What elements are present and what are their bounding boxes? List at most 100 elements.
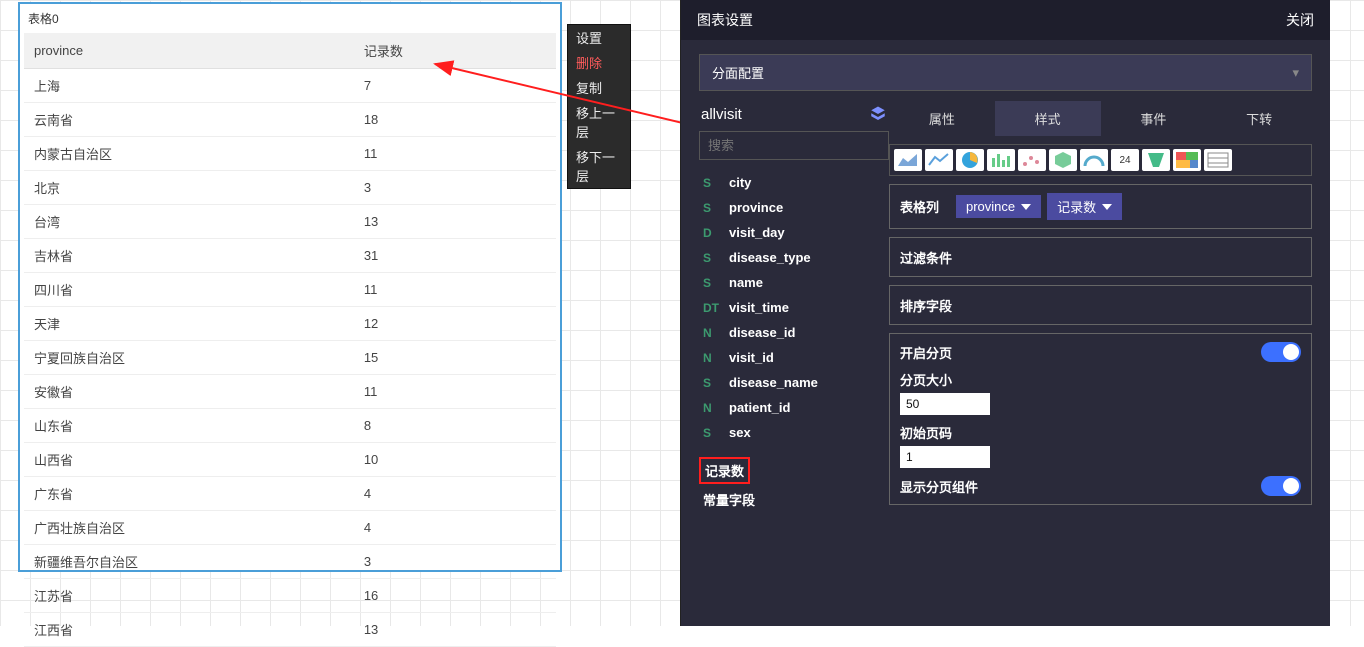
paging-enable-label: 开启分页 (900, 343, 952, 362)
table-row[interactable]: 安徽省11 (24, 375, 556, 409)
table-row[interactable]: 天津12 (24, 307, 556, 341)
table-row[interactable]: 山东省8 (24, 409, 556, 443)
chart-type-picker[interactable]: 24 (889, 144, 1312, 176)
menu-copy[interactable]: 复制 (568, 75, 630, 100)
table-row[interactable]: 四川省11 (24, 273, 556, 307)
field-item[interactable]: Nvisit_id (699, 345, 889, 370)
table-cell: 四川省 (24, 273, 354, 307)
table-cell: 北京 (24, 171, 354, 205)
field-item[interactable]: Ssex (699, 420, 889, 445)
chart-type-pie-icon[interactable] (956, 149, 984, 171)
table-cell: 11 (354, 375, 556, 409)
table-cell: 云南省 (24, 103, 354, 137)
field-item[interactable]: DTvisit_time (699, 295, 889, 320)
chip-record-count[interactable]: 记录数 (1047, 193, 1122, 220)
field-type-badge: S (703, 201, 721, 215)
show-pager-toggle[interactable] (1261, 476, 1301, 496)
table-row[interactable]: 吉林省31 (24, 239, 556, 273)
chevron-down-icon: ▾ (1292, 65, 1299, 81)
tab-drill[interactable]: 下转 (1206, 101, 1312, 136)
field-item[interactable]: Sprovince (699, 195, 889, 220)
field-constant[interactable]: 常量字段 (699, 484, 889, 515)
table-row[interactable]: 北京3 (24, 171, 556, 205)
table-row[interactable]: 江苏省16 (24, 579, 556, 613)
layers-icon[interactable] (869, 105, 887, 123)
table-cell: 11 (354, 137, 556, 171)
table-row[interactable]: 内蒙古自治区11 (24, 137, 556, 171)
field-name: visit_id (729, 350, 774, 365)
panel-close[interactable]: 关闭 (1286, 10, 1314, 30)
table-cell: 内蒙古自治区 (24, 137, 354, 171)
page-size-label: 分页大小 (900, 370, 1301, 389)
table-row[interactable]: 江西省13 (24, 613, 556, 647)
field-name: patient_id (729, 400, 790, 415)
page-size-input[interactable] (900, 393, 990, 415)
table-row[interactable]: 云南省18 (24, 103, 556, 137)
chart-type-bar-icon[interactable] (987, 149, 1015, 171)
table-columns-label: 表格列 (900, 197, 950, 216)
chart-type-area-icon[interactable] (894, 149, 922, 171)
table-cell: 吉林省 (24, 239, 354, 273)
init-page-input[interactable] (900, 446, 990, 468)
chart-type-line-icon[interactable] (925, 149, 953, 171)
chart-type-funnel-icon[interactable] (1142, 149, 1170, 171)
table-columns-row[interactable]: 表格列 province 记录数 (889, 184, 1312, 229)
chart-type-treemap-icon[interactable] (1173, 149, 1201, 171)
table-cell: 新疆维吾尔自治区 (24, 545, 354, 579)
col-header-province[interactable]: province (24, 33, 354, 69)
field-item[interactable]: Sname (699, 270, 889, 295)
table-row[interactable]: 广东省4 (24, 477, 556, 511)
field-name: name (729, 275, 763, 290)
field-type-badge: S (703, 176, 721, 190)
chart-type-number-icon[interactable]: 24 (1111, 149, 1139, 171)
field-item[interactable]: Dvisit_day (699, 220, 889, 245)
table-row[interactable]: 新疆维吾尔自治区3 (24, 545, 556, 579)
table-cell: 31 (354, 239, 556, 273)
table-row[interactable]: 台湾13 (24, 205, 556, 239)
field-item[interactable]: Ndisease_id (699, 320, 889, 345)
paging-enable-toggle[interactable] (1261, 342, 1301, 362)
field-type-badge: N (703, 326, 721, 340)
table-row[interactable]: 上海7 (24, 69, 556, 103)
sort-row[interactable]: 排序字段 (889, 285, 1312, 325)
field-item[interactable]: Sdisease_type (699, 245, 889, 270)
chart-settings-panel: 图表设置 关闭 分面配置 ▾ allvisit ScitySprovinceDv… (680, 0, 1330, 626)
field-name: city (729, 175, 751, 190)
chevron-down-icon (1021, 204, 1031, 210)
chart-type-hex-icon[interactable] (1049, 149, 1077, 171)
menu-settings[interactable]: 设置 (568, 25, 630, 50)
chart-type-scatter-icon[interactable] (1018, 149, 1046, 171)
chart-type-table-icon[interactable] (1204, 149, 1232, 171)
table-cell: 广东省 (24, 477, 354, 511)
field-name: visit_day (729, 225, 785, 240)
menu-delete[interactable]: 删除 (568, 50, 630, 75)
table-cell: 16 (354, 579, 556, 613)
tab-events[interactable]: 事件 (1101, 101, 1207, 136)
filter-row[interactable]: 过滤条件 (889, 237, 1312, 277)
field-item[interactable]: Sdisease_name (699, 370, 889, 395)
col-header-count[interactable]: 记录数 (354, 33, 556, 69)
chevron-down-icon (1102, 204, 1112, 210)
datasource-name[interactable]: allvisit (701, 106, 742, 123)
facet-section[interactable]: 分面配置 ▾ (699, 54, 1312, 91)
tab-style[interactable]: 样式 (995, 101, 1101, 136)
menu-move-down[interactable]: 移下一层 (568, 144, 630, 188)
table-row[interactable]: 广西壮族自治区4 (24, 511, 556, 545)
field-item[interactable]: Scity (699, 170, 889, 195)
table-widget[interactable]: 表格0 province 记录数 上海7云南省18内蒙古自治区11北京3台湾13… (18, 2, 562, 572)
table-cell: 8 (354, 409, 556, 443)
table-cell: 3 (354, 171, 556, 205)
table-cell: 12 (354, 307, 556, 341)
menu-move-up[interactable]: 移上一层 (568, 100, 630, 144)
field-record-count[interactable]: 记录数 (699, 457, 750, 484)
table-row[interactable]: 山西省10 (24, 443, 556, 477)
table-cell: 3 (354, 545, 556, 579)
field-search-input[interactable] (699, 131, 889, 160)
chip-province[interactable]: province (956, 195, 1041, 218)
table-row[interactable]: 宁夏回族自治区15 (24, 341, 556, 375)
paging-block: 开启分页 分页大小 初始页码 显示分页组件 (889, 333, 1312, 505)
tab-attributes[interactable]: 属性 (889, 101, 995, 136)
field-item[interactable]: Npatient_id (699, 395, 889, 420)
field-type-badge: N (703, 351, 721, 365)
chart-type-gauge-icon[interactable] (1080, 149, 1108, 171)
